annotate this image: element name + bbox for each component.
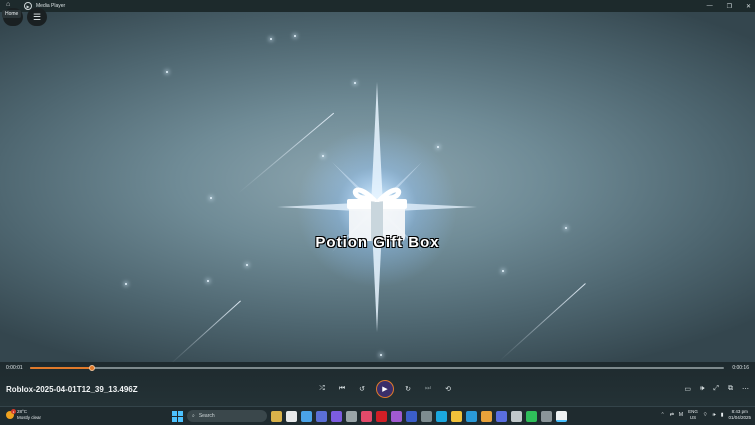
repeat-icon[interactable]: ⟲ — [442, 383, 454, 395]
transport-controls: ⤮ ⏮ ↺ ▶ ↻ ⏭ ⟲ — [316, 380, 454, 398]
skip-forward-30-icon[interactable]: ↻ — [402, 383, 414, 395]
widget-icon[interactable] — [511, 410, 522, 422]
star-sparkle — [502, 270, 504, 272]
play-button[interactable]: ▶ — [376, 380, 394, 398]
clock-date: 01/04/2025 — [728, 415, 751, 420]
chevron-up-icon[interactable]: ⌃ — [661, 412, 665, 418]
previous-icon[interactable]: ⏮ — [336, 383, 348, 395]
camera-icon[interactable] — [421, 410, 432, 422]
weather-description: Mostly clear — [17, 415, 42, 420]
star-sparkle — [354, 82, 356, 84]
notification-badge: 1 — [11, 409, 16, 414]
play-icon: ▶ — [382, 386, 388, 393]
playback-controls: 0:00:01 0:00:16 Roblox-2025-04-01T12_39_… — [0, 362, 755, 406]
skype-icon[interactable] — [436, 410, 447, 422]
menu-button[interactable]: ☰ — [27, 8, 47, 26]
star-sparkle — [246, 264, 248, 266]
star-sparkle — [322, 155, 324, 157]
star-sparkle — [125, 283, 127, 285]
battery-icon[interactable]: ▮ — [721, 412, 724, 418]
media-player-taskbar-icon[interactable] — [556, 410, 567, 422]
teams-icon[interactable] — [406, 410, 417, 422]
notepad-icon[interactable] — [286, 410, 297, 422]
shooting-star-streak — [169, 300, 241, 362]
total-duration: 0:00:16 — [732, 365, 749, 371]
weather-widget[interactable]: 1 28°C Mostly clear — [6, 409, 41, 421]
messenger-icon[interactable] — [331, 410, 342, 422]
shuffle-icon[interactable]: ⤮ — [316, 383, 328, 395]
clock[interactable]: 8:43 pm 01/04/2025 — [728, 409, 751, 421]
maximize-button[interactable]: ❐ — [727, 3, 732, 10]
settings-icon[interactable] — [316, 410, 327, 422]
home-icon[interactable]: ⌂ — [6, 1, 10, 8]
media-app-icon[interactable] — [361, 410, 372, 422]
shooting-star-streak — [499, 283, 586, 361]
star-sparkle — [437, 146, 439, 148]
file-explorer-icon[interactable] — [271, 410, 282, 422]
windows-start-icon[interactable] — [172, 410, 183, 422]
app-icon[interactable] — [541, 410, 552, 422]
next-icon[interactable]: ⏭ — [422, 383, 434, 395]
media-filename: Roblox-2025-04-01T12_39_13.496Z — [6, 385, 138, 394]
search-placeholder: Search — [198, 413, 215, 419]
taskbar-search-box[interactable]: ⌕ Search — [187, 410, 267, 422]
chrome-icon[interactable] — [481, 410, 492, 422]
calculator-icon[interactable] — [466, 410, 477, 422]
folder-icon[interactable] — [451, 410, 462, 422]
seek-bar-progress — [30, 367, 93, 369]
star-sparkle — [294, 35, 296, 37]
speaker-icon[interactable]: 🕪 — [713, 412, 716, 418]
star-sparkle — [565, 227, 567, 229]
more-options-icon[interactable]: ⋯ — [742, 385, 749, 393]
hamburger-icon: ☰ — [32, 11, 42, 22]
phone-link-icon[interactable] — [346, 410, 357, 422]
taskbar-apps: ⌕ Search — [172, 410, 567, 422]
mini-player-icon[interactable]: ⧉ — [728, 385, 733, 393]
star-sparkle — [207, 280, 209, 282]
close-button[interactable]: ✕ — [746, 3, 751, 10]
video-surface[interactable]: Potion Gift Box — [0, 12, 755, 362]
volume-icon[interactable]: 🕪 — [700, 385, 704, 393]
h-app-icon[interactable] — [526, 410, 537, 422]
star-sparkle — [210, 197, 212, 199]
window-controls: — ❐ ✕ — [707, 0, 751, 12]
search-icon: ⌕ — [192, 413, 195, 419]
gmail-icon[interactable]: M — [679, 412, 683, 418]
star-sparkle — [166, 71, 168, 73]
language-indicator[interactable]: ENG US — [688, 409, 698, 421]
weather-sun-icon: 1 — [6, 409, 16, 419]
fullscreen-icon[interactable]: ⤢ — [713, 385, 719, 393]
app-icon[interactable] — [391, 410, 402, 422]
minimize-button[interactable]: — — [707, 3, 713, 9]
skip-back-10-icon[interactable]: ↺ — [356, 383, 368, 395]
copilot-icon[interactable] — [301, 410, 312, 422]
netflix-icon[interactable] — [376, 410, 387, 422]
system-tray: ⌃ ⇄ M ENG US ⌔ 🕪 ▮ 8:43 pm 01/04/2025 — [661, 409, 752, 421]
seek-bar[interactable] — [30, 365, 724, 371]
gift-title-caption: Potion Gift Box — [315, 234, 440, 251]
windows-taskbar: 1 28°C Mostly clear ⌕ Search ⌃ ⇄ M ENG U… — [0, 406, 755, 425]
discord-icon[interactable] — [496, 410, 507, 422]
star-sparkle — [380, 354, 382, 356]
home-tooltip: Home — [2, 10, 22, 18]
title-bar: ⌂ ▶ Media Player — ❐ ✕ — [0, 0, 755, 12]
seek-bar-thumb[interactable] — [89, 365, 96, 371]
wifi-icon[interactable]: ⌔ — [703, 412, 708, 418]
keyboard-layout: US — [689, 415, 697, 420]
sparkle-burst — [277, 82, 477, 332]
star-sparkle — [270, 38, 272, 40]
captions-icon[interactable]: ▭ — [684, 385, 691, 393]
elapsed-time: 0:00:01 — [6, 365, 23, 371]
tray-app-icon[interactable]: ⇄ — [670, 412, 674, 418]
view-controls: ▭ 🕪 ⤢ ⧉ ⋯ — [684, 385, 749, 393]
